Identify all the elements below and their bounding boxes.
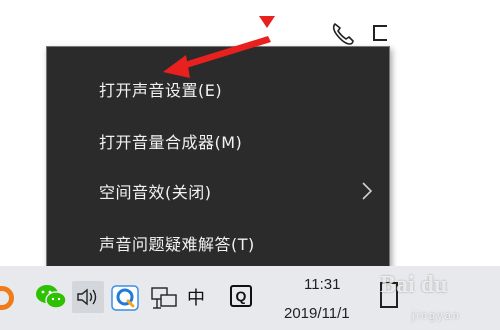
network-icon[interactable] — [149, 283, 179, 313]
watermark-sub: jingyan — [412, 310, 461, 322]
square-icon[interactable] — [373, 25, 387, 41]
volume-icon[interactable] — [72, 281, 104, 313]
clock-date[interactable]: 2019/11/1 — [284, 305, 350, 322]
menu-item-open-sound-settings[interactable]: 打开声音设置(E) — [47, 67, 389, 111]
chevron-right-icon — [362, 182, 373, 200]
menu-item-troubleshoot-sound[interactable]: 声音问题疑难解答(T) — [47, 221, 389, 265]
sound-context-menu: 打开声音设置(E) 打开音量合成器(M) 空间音效(关闭) 声音问题疑难解答(T… — [46, 46, 390, 279]
menu-item-label: 打开音量合成器(M) — [99, 133, 243, 152]
wechat-icon[interactable] — [34, 282, 68, 312]
clock-time[interactable]: 11:31 — [304, 276, 340, 293]
phone-icon[interactable] — [329, 20, 357, 48]
menu-item-open-volume-mixer[interactable]: 打开音量合成器(M) — [47, 119, 389, 163]
watermark-logo: Bai du — [380, 272, 448, 298]
menu-item-label: 声音问题疑难解答(T) — [99, 235, 255, 254]
app-icon[interactable] — [0, 286, 14, 310]
input-method-indicator[interactable]: 中 — [187, 284, 205, 310]
menu-item-spatial-sound[interactable]: 空间音效(关闭) — [47, 169, 389, 213]
menu-item-label: 打开声音设置(E) — [99, 81, 223, 100]
menu-item-label: 空间音效(关闭) — [99, 183, 212, 202]
qq-icon[interactable] — [110, 283, 140, 313]
ime-q-icon[interactable]: Q — [230, 285, 252, 307]
